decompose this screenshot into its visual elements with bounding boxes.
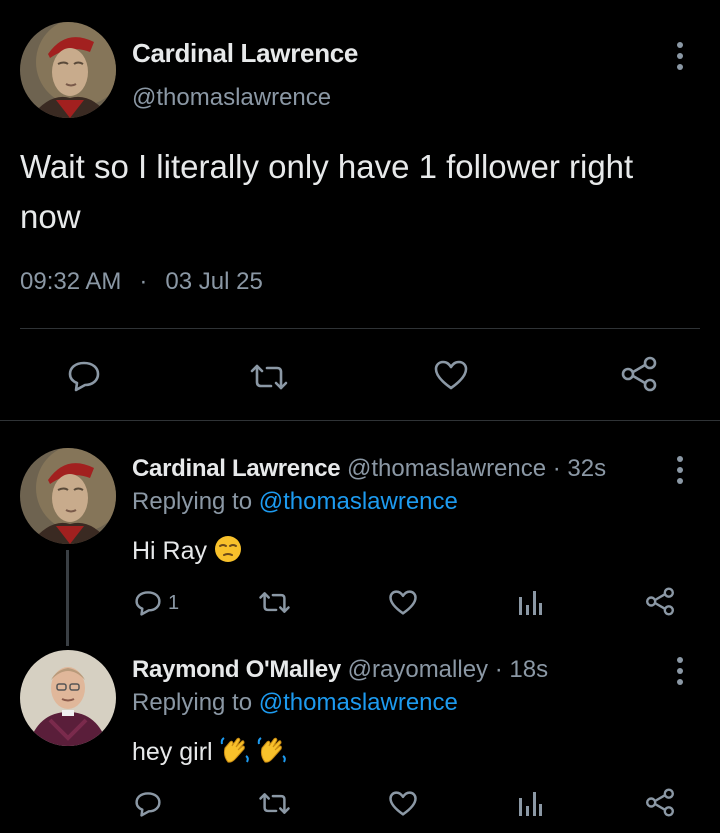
retweet-button[interactable] (258, 590, 291, 615)
share-icon (646, 788, 674, 817)
reply-meta: @rayomalley · 18s (347, 656, 549, 683)
more-options-button[interactable] (676, 42, 684, 70)
reply-button[interactable] (67, 360, 101, 392)
analytics-button[interactable] (517, 587, 543, 617)
avatar-cardinal-lawrence[interactable] (20, 448, 116, 544)
replying-prefix: Replying to (132, 488, 253, 515)
reply-text-body: hey girl (132, 738, 213, 767)
speech-bubble-icon (68, 361, 100, 392)
replying-prefix: Replying to (132, 689, 253, 716)
heart-icon (389, 791, 417, 816)
share-button[interactable] (619, 356, 659, 392)
waving-hand-emoji (257, 736, 287, 771)
divider (0, 420, 720, 421)
heart-icon (389, 590, 417, 615)
replying-handle-link[interactable]: @thomaslawrence (259, 488, 458, 515)
more-options-button[interactable] (676, 456, 684, 484)
more-vertical-icon (677, 456, 683, 462)
retweet-button[interactable] (258, 791, 291, 816)
reply-meta: @thomaslawrence · 32s (346, 455, 607, 482)
reply-text: hey girl (132, 736, 287, 771)
reply-count: 1 (168, 591, 180, 614)
bar-chart-icon (519, 792, 542, 816)
replying-handle-link[interactable]: @thomaslawrence (259, 689, 458, 716)
share-icon (646, 587, 674, 616)
share-icon (621, 356, 657, 392)
author-handle[interactable]: @thomaslawrence (132, 84, 331, 112)
retweet-icon (250, 364, 288, 390)
tweet-text: Wait so I literally only have 1 follower… (20, 148, 634, 235)
retweet-icon (259, 793, 290, 814)
reply-text-body: Hi Ray (132, 537, 208, 566)
retweet-icon (259, 592, 290, 613)
retweet-button[interactable] (249, 362, 289, 392)
author-name[interactable]: Raymond O'Malley (132, 656, 341, 683)
tweet-time: 09:32 AM (20, 268, 122, 295)
tweet-date: 03 Jul 25 (165, 268, 263, 295)
author-name[interactable]: Cardinal Lawrence (132, 455, 341, 482)
avatar-raymond-omalley[interactable] (20, 650, 116, 746)
thread-line (66, 550, 69, 646)
more-options-button[interactable] (676, 657, 684, 685)
more-vertical-icon (677, 657, 683, 663)
reply-header: Cardinal Lawrence @thomaslawrence · 32s (132, 455, 606, 483)
author-name[interactable]: Cardinal Lawrence (132, 38, 358, 69)
reply-text: Hi Ray (132, 535, 242, 570)
replying-to: Replying to @thomaslawrence (132, 689, 458, 717)
reply-button[interactable]: 1 (134, 590, 179, 616)
divider (20, 328, 700, 329)
tweet-timestamp: 09:32 AM · 03 Jul 25 (20, 268, 263, 296)
reply-header: Raymond O'Malley @rayomalley · 18s (132, 656, 548, 684)
replying-to: Replying to @thomaslawrence (132, 488, 458, 516)
heart-icon (434, 360, 468, 390)
bar-chart-icon (519, 591, 542, 615)
reply-button[interactable] (134, 791, 162, 817)
like-button[interactable] (388, 790, 418, 817)
more-vertical-icon (677, 42, 683, 48)
pensive-face-emoji (214, 535, 242, 570)
share-button[interactable] (644, 587, 676, 616)
speech-bubble-icon (135, 591, 161, 616)
waving-hand-emoji (220, 736, 250, 771)
speech-bubble-icon (135, 792, 161, 817)
avatar-cardinal-lawrence[interactable] (20, 22, 116, 118)
share-button[interactable] (644, 788, 676, 817)
separator-dot: · (139, 268, 148, 295)
like-button[interactable] (388, 589, 418, 616)
analytics-button[interactable] (517, 788, 543, 818)
like-button[interactable] (433, 359, 469, 391)
